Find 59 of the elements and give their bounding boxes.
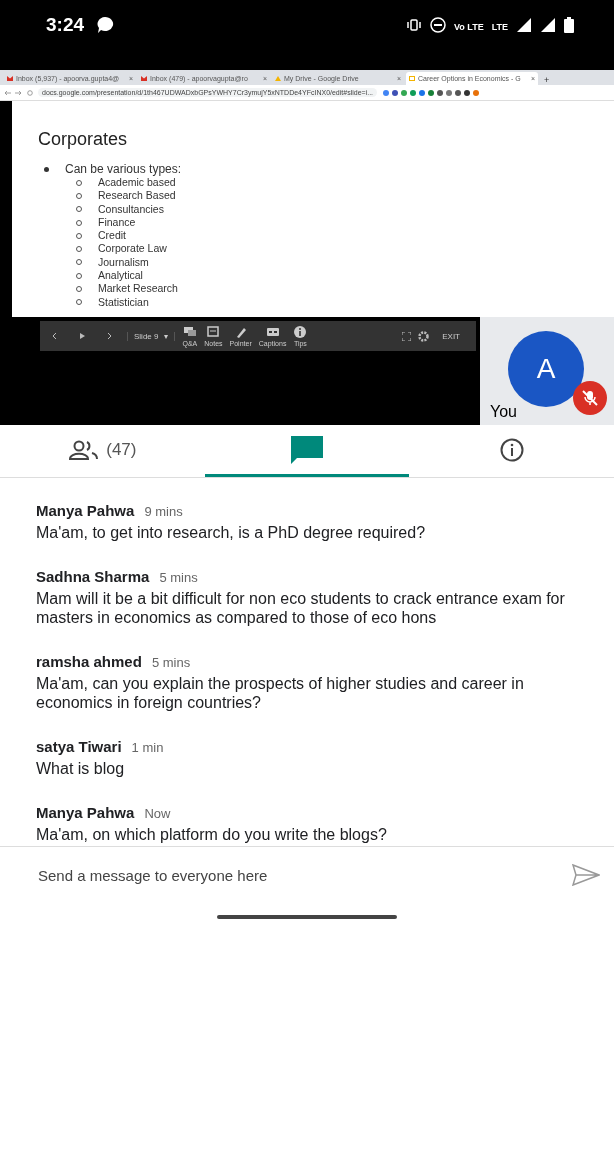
message-text: Mam will it be a bit difficult for non eco students to crack entrance exam for masters in economics as compared to those of eco hons <box>36 589 566 627</box>
message-text: What is blog <box>36 759 126 778</box>
bullet-text: Research Based <box>98 189 176 203</box>
mail-icon <box>141 76 147 81</box>
exit-button[interactable]: EXIT <box>436 330 466 342</box>
extension-icons-drawing[interactable] <box>383 89 480 96</box>
slide-title: Corporates <box>38 129 129 150</box>
bullet-text: Market Research <box>98 282 178 296</box>
signal-icon <box>516 17 532 33</box>
bullet-text: Finance <box>98 215 136 230</box>
info-icon <box>499 437 524 462</box>
do-not-disturb-icon <box>430 17 446 33</box>
chat-icon <box>291 435 323 464</box>
message-input[interactable]: Send a message to everyone here <box>36 865 572 885</box>
bullet-icon <box>44 166 49 172</box>
message-time: Now <box>144 806 171 821</box>
message-text: Ma'am, to get into research, is a PhD degree required? <box>36 523 427 542</box>
message-text: Ma'am, can you explain the prospects of higher studies and career in economics in foreign countries? <box>36 674 525 712</box>
slide-selector[interactable]: Slide 9 ▾ <box>127 331 176 341</box>
sender-name: Manya Pahwa <box>36 804 135 821</box>
tips-icon <box>293 325 308 339</box>
new-tab-button[interactable]: + <box>540 75 554 85</box>
navigation-icon[interactable] <box>4 89 34 96</box>
message-time: 5 mins <box>151 655 191 670</box>
sender-name: ramsha ahmed <box>36 653 142 670</box>
network-label: LTE <box>491 23 508 32</box>
triangle-icon <box>275 76 281 81</box>
bullet-text: Journalism <box>98 255 149 270</box>
bullet-text: Academic based <box>98 176 176 190</box>
sender-name: Sadhna Sharma <box>36 568 150 585</box>
fullscreen-icon[interactable] <box>402 331 412 341</box>
settings-icon[interactable] <box>418 330 430 342</box>
people-icon <box>68 439 101 460</box>
sender-name: satya Tiwari <box>36 738 122 755</box>
vibrate-icon <box>406 19 422 31</box>
message-time: 1 min <box>131 740 164 755</box>
people-tab[interactable]: (47) <box>0 425 205 477</box>
captions-icon <box>265 325 280 339</box>
bullet-text: Statistician <box>98 295 149 309</box>
signal-icon <box>540 17 556 33</box>
qa-icon <box>182 325 197 339</box>
bullet-text: Can be various types: <box>65 162 182 176</box>
bullet-text: Credit <box>98 229 126 243</box>
send-icon[interactable] <box>572 864 600 886</box>
bullet-text: Consultancies <box>98 202 164 216</box>
bullet-text: Analytical <box>98 269 143 283</box>
chat-bubble-icon <box>96 16 115 34</box>
message-time: 9 mins <box>144 504 183 519</box>
network-label: Vo LTE <box>454 23 484 32</box>
avatar: A <box>508 331 584 407</box>
sender-name: Manya Pahwa <box>36 502 135 519</box>
status-time: 3:24 <box>46 14 85 36</box>
notes-icon <box>206 325 221 339</box>
slides-icon <box>409 76 415 81</box>
bullet-text: Corporate Law <box>98 242 167 256</box>
mail-icon <box>7 76 13 81</box>
message-time: 5 mins <box>159 570 198 585</box>
message-text: Ma'am, on which platform do you write the blogs? <box>36 825 388 844</box>
battery-icon <box>564 17 574 33</box>
